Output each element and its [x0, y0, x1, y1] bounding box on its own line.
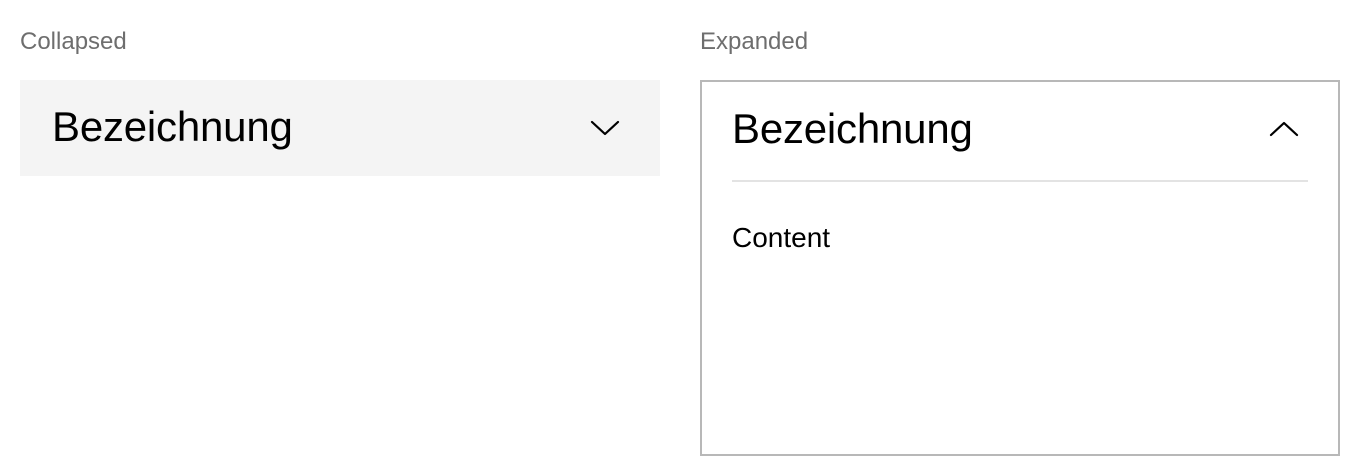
- accordion-collapsed[interactable]: Bezeichnung: [20, 80, 660, 176]
- accordion-header-title[interactable]: Bezeichnung: [732, 105, 973, 153]
- accordion-expanded: Bezeichnung Content: [700, 80, 1340, 456]
- accordion-header-title: Bezeichnung: [52, 103, 293, 150]
- chevron-up-icon[interactable]: [1269, 120, 1299, 138]
- accordion-divider: [732, 180, 1308, 182]
- chevron-down-icon: [590, 120, 620, 136]
- collapsed-section-label: Collapsed: [20, 28, 127, 55]
- accordion-content: Content: [732, 222, 831, 253]
- expanded-section-label: Expanded: [700, 28, 809, 55]
